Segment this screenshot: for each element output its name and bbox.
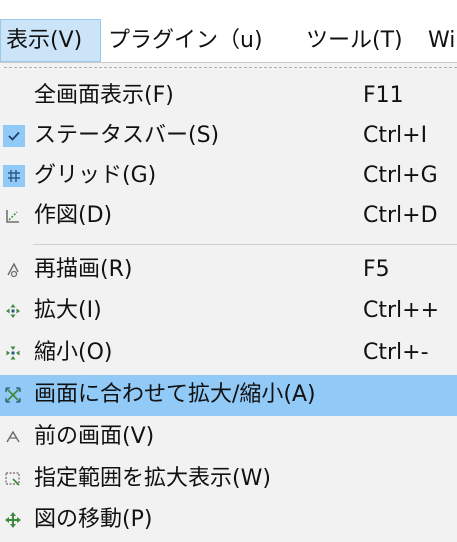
grid-icon	[6, 168, 26, 188]
menu-item-label: 再描画(R)	[34, 257, 133, 282]
menu-tearoff-separator	[4, 67, 457, 68]
menu-item-status-bar[interactable]: ステータスバー(S) Ctrl+I	[0, 116, 457, 156]
menu-item-label: 作図(D)	[34, 203, 113, 228]
previous-view-icon	[3, 427, 23, 447]
menubar-item-window[interactable]: Wi	[428, 19, 455, 63]
menu-item-shortcut: Ctrl++	[363, 298, 440, 323]
menu-item-label: 指定範囲を拡大表示(W)	[34, 466, 271, 491]
menu-item-label: 前の画面(V)	[34, 424, 155, 449]
menu-item-drawing[interactable]: 作図(D) Ctrl+D	[0, 196, 457, 236]
menu-item-shortcut: Ctrl+D	[363, 203, 438, 228]
menu-item-redraw[interactable]: 再描画(R) F5	[0, 250, 457, 290]
menu-item-zoom-in[interactable]: 拡大(I) Ctrl++	[0, 291, 457, 331]
menubar-item-plugins[interactable]: プラグイン（u)	[108, 19, 263, 63]
menu-item-zoom-out[interactable]: 縮小(O) Ctrl+-	[0, 333, 457, 373]
fit-to-screen-icon	[3, 385, 23, 405]
menu-item-label: 全画面表示(F)	[34, 83, 174, 108]
menu-item-shortcut: F11	[363, 83, 404, 108]
zoom-out-icon	[3, 343, 23, 363]
menubar-item-tools[interactable]: ツール(T)	[306, 19, 403, 63]
menu-item-label: グリッド(G)	[34, 163, 157, 188]
redraw-icon	[3, 260, 23, 280]
menu-item-label: 拡大(I)	[34, 298, 102, 323]
menu-item-fit-to-screen[interactable]: 画面に合わせて拡大/縮小(A)	[0, 375, 457, 416]
menu-bar: 表示(V) プラグイン（u) ツール(T) Wi	[0, 0, 457, 62]
menu-item-label: 画面に合わせて拡大/縮小(A)	[34, 382, 316, 407]
menu-separator	[33, 244, 457, 245]
checkmark-icon	[6, 128, 26, 148]
view-dropdown-menu: 全画面表示(F) F11 ステータスバー(S) Ctrl+I グリッド(G) C…	[0, 62, 457, 542]
menu-item-shortcut: Ctrl+-	[363, 340, 429, 365]
menu-item-label: 縮小(O)	[34, 340, 113, 365]
menu-item-shortcut: Ctrl+I	[363, 123, 428, 148]
zoom-area-icon	[3, 469, 23, 489]
menu-item-full-screen[interactable]: 全画面表示(F) F11	[0, 76, 457, 116]
menu-item-shortcut: F5	[363, 257, 390, 282]
menu-item-shortcut: Ctrl+G	[363, 163, 438, 188]
drawing-icon	[3, 206, 23, 226]
menu-item-move-drawing[interactable]: 図の移動(P)	[0, 500, 457, 540]
menu-item-grid[interactable]: グリッド(G) Ctrl+G	[0, 156, 457, 196]
menu-item-previous-view[interactable]: 前の画面(V)	[0, 417, 457, 457]
move-drawing-icon	[3, 510, 23, 530]
menu-item-label: 図の移動(P)	[34, 507, 153, 532]
menu-item-zoom-area[interactable]: 指定範囲を拡大表示(W)	[0, 459, 457, 499]
zoom-in-icon	[3, 301, 23, 321]
menu-item-label: ステータスバー(S)	[34, 123, 220, 148]
menubar-item-view[interactable]: 表示(V)	[0, 19, 101, 62]
